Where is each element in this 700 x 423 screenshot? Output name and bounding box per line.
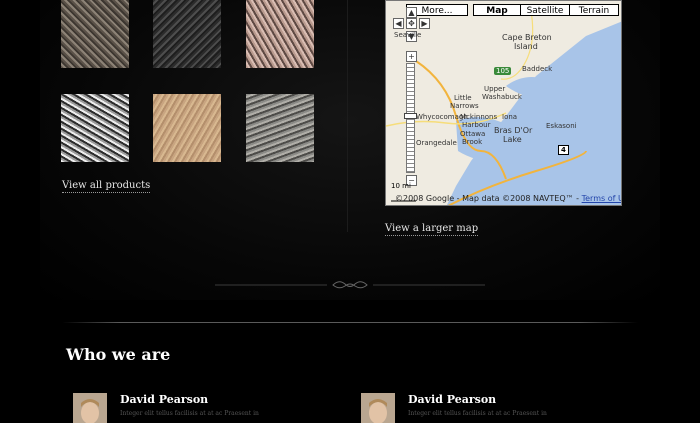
map-label-baddeck: Baddeck [522, 65, 553, 73]
map-scale: 10 mi [391, 182, 411, 190]
person-name: David Pearson [120, 393, 209, 406]
map-terrain [386, 1, 621, 205]
map-label-bras-dor: Bras D'Or [494, 126, 533, 135]
pan-left-icon[interactable]: ◀ [393, 18, 404, 29]
product-swatch-granite-black[interactable] [153, 0, 221, 68]
route-4-marker: 4 [558, 145, 569, 155]
map-type-map-button[interactable]: Map [473, 4, 521, 16]
product-swatch-granite-pink[interactable] [246, 0, 314, 68]
product-swatch-granite-brown[interactable] [61, 0, 129, 68]
pan-up-icon[interactable]: ▲ [406, 7, 417, 18]
map-label-lake: Lake [503, 135, 522, 144]
pan-center-icon[interactable]: ✥ [406, 18, 417, 29]
map-label-orangedale: Orangedale [416, 139, 457, 147]
zoom-in-icon[interactable]: + [406, 51, 417, 62]
map-copyright-text: ©2008 Google - Map data ©2008 NAVTEQ™ - [395, 194, 580, 203]
map-label-washabuck: Washabuck [482, 93, 522, 101]
map-terms-link[interactable]: Terms of Use [582, 194, 621, 203]
map-label-eskasoni: Eskasoni [546, 122, 577, 130]
map-type-terrain-button[interactable]: Terrain [569, 4, 619, 16]
product-swatch-granite-white[interactable] [61, 94, 129, 162]
product-swatch-granite-beige[interactable] [153, 94, 221, 162]
who-we-are-heading: Who we are [66, 345, 171, 364]
pan-right-icon[interactable]: ▶ [419, 18, 430, 29]
product-swatch-granite-grey[interactable] [246, 94, 314, 162]
map-label-seaville: Seaville [394, 31, 422, 39]
map-label-ottawa: Ottawa [460, 130, 486, 138]
map-label-narrows: Narrows [450, 102, 479, 110]
person-name: David Pearson [408, 393, 497, 406]
map-label-cape-breton: Cape Breton [502, 33, 552, 42]
avatar [361, 393, 395, 423]
section-divider [62, 322, 638, 323]
map-label-brook: Brook [462, 138, 483, 146]
map-copyright: ©2008 Google - Map data ©2008 NAVTEQ™ - … [395, 194, 621, 203]
avatar [73, 393, 107, 423]
route-105-marker: 105 [494, 67, 512, 75]
map-label-harbour: Harbour [462, 121, 491, 129]
map-label-island: Island [514, 42, 538, 51]
google-map[interactable]: More... Map Satellite Terrain ▲ ◀ ✥ ▶ ▼ … [385, 0, 622, 206]
view-larger-map-link[interactable]: View a larger map [385, 223, 479, 236]
map-label-mckinnons: Mckinnons [460, 113, 498, 121]
column-divider [347, 0, 348, 232]
map-label-little: Little [454, 94, 472, 102]
map-label-upper: Upper [484, 85, 506, 93]
map-label-iona: Iona [502, 113, 518, 121]
map-type-satellite-button[interactable]: Satellite [520, 4, 570, 16]
ornamental-divider [215, 281, 485, 289]
view-all-products-link[interactable]: View all products [62, 180, 151, 193]
